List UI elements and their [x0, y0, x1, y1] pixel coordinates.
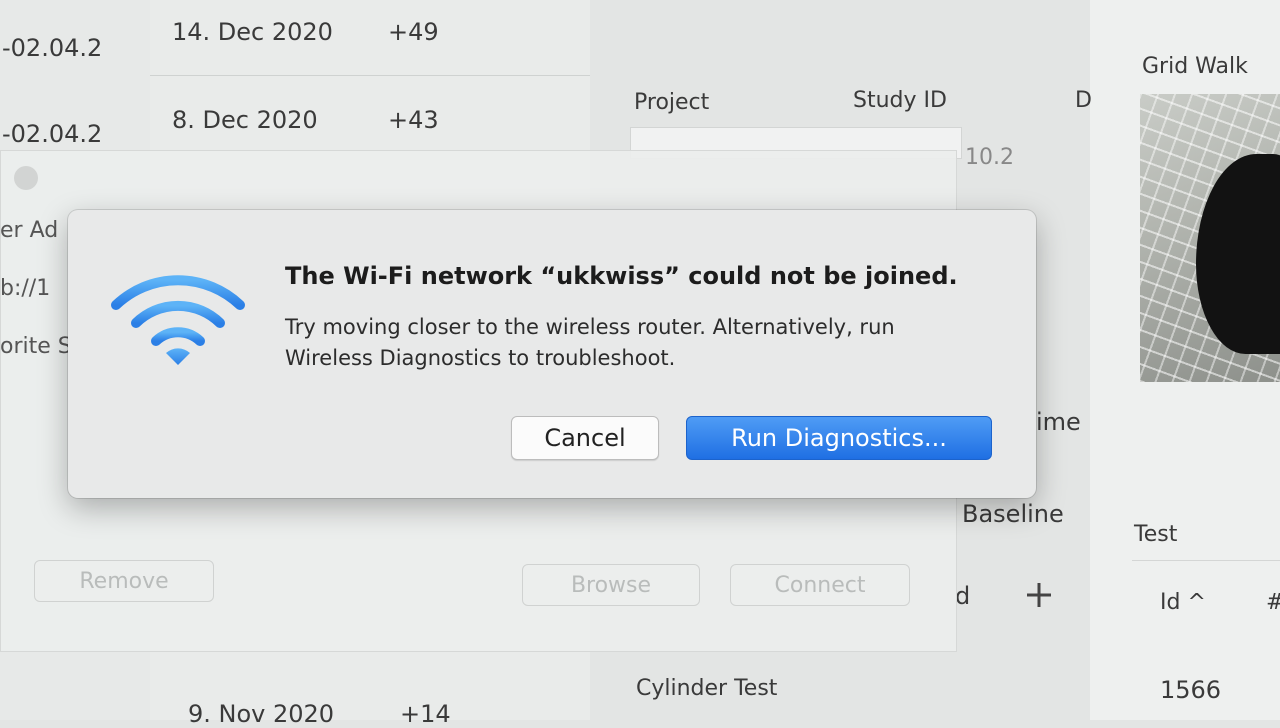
test-label: Test	[1134, 522, 1178, 547]
browse-button[interactable]: Browse	[522, 564, 700, 606]
alert-message: Try moving closer to the wireless router…	[285, 315, 895, 370]
left-fragment: b://1	[0, 276, 51, 301]
study-id-label: Study ID	[853, 88, 947, 113]
date-cell: 14. Dec 2020	[172, 18, 333, 46]
cancel-button[interactable]: Cancel	[511, 416, 659, 460]
date-cell: 9. Nov 2020	[188, 700, 335, 728]
left-fragment: er Ad	[0, 218, 59, 243]
connect-button[interactable]: Connect	[730, 564, 910, 606]
baseline-label: Baseline	[962, 500, 1064, 528]
row-divider	[150, 75, 590, 76]
plus-icon[interactable]	[1022, 578, 1056, 612]
time-label: ime	[1036, 408, 1081, 436]
delta-cell: +14	[400, 700, 451, 728]
left-fragment: -02.04.2	[2, 120, 103, 148]
left-fragment: orite S	[0, 334, 72, 359]
grid-walk-title: Grid Walk	[1142, 54, 1248, 79]
left-fragment: -02.04.2	[2, 34, 103, 62]
partial-column-label: D	[1075, 88, 1092, 113]
delta-cell: +43	[388, 106, 439, 134]
window-close-icon[interactable]	[14, 166, 38, 190]
project-label: Project	[634, 90, 710, 115]
table-divider	[1132, 560, 1280, 561]
wifi-icon	[108, 265, 248, 375]
wifi-error-alert: The Wi-Fi network “ukkwiss” could not be…	[68, 210, 1036, 498]
partial-label: d	[955, 582, 971, 610]
study-id-value: 10.2	[965, 145, 1014, 170]
cylinder-test-item[interactable]: Cylinder Test	[636, 676, 777, 701]
alert-title: The Wi-Fi network “ukkwiss” could not be…	[285, 262, 958, 290]
delta-cell: +49	[388, 18, 439, 46]
grid-walk-photo	[1140, 94, 1280, 382]
date-cell: 8. Dec 2020	[172, 106, 318, 134]
id-column-header[interactable]: Id ^	[1160, 590, 1206, 615]
hash-column-header[interactable]: #	[1266, 590, 1280, 615]
test-id-cell: 1566	[1160, 676, 1222, 704]
run-diagnostics-button[interactable]: Run Diagnostics...	[686, 416, 992, 460]
remove-button[interactable]: Remove	[34, 560, 214, 602]
